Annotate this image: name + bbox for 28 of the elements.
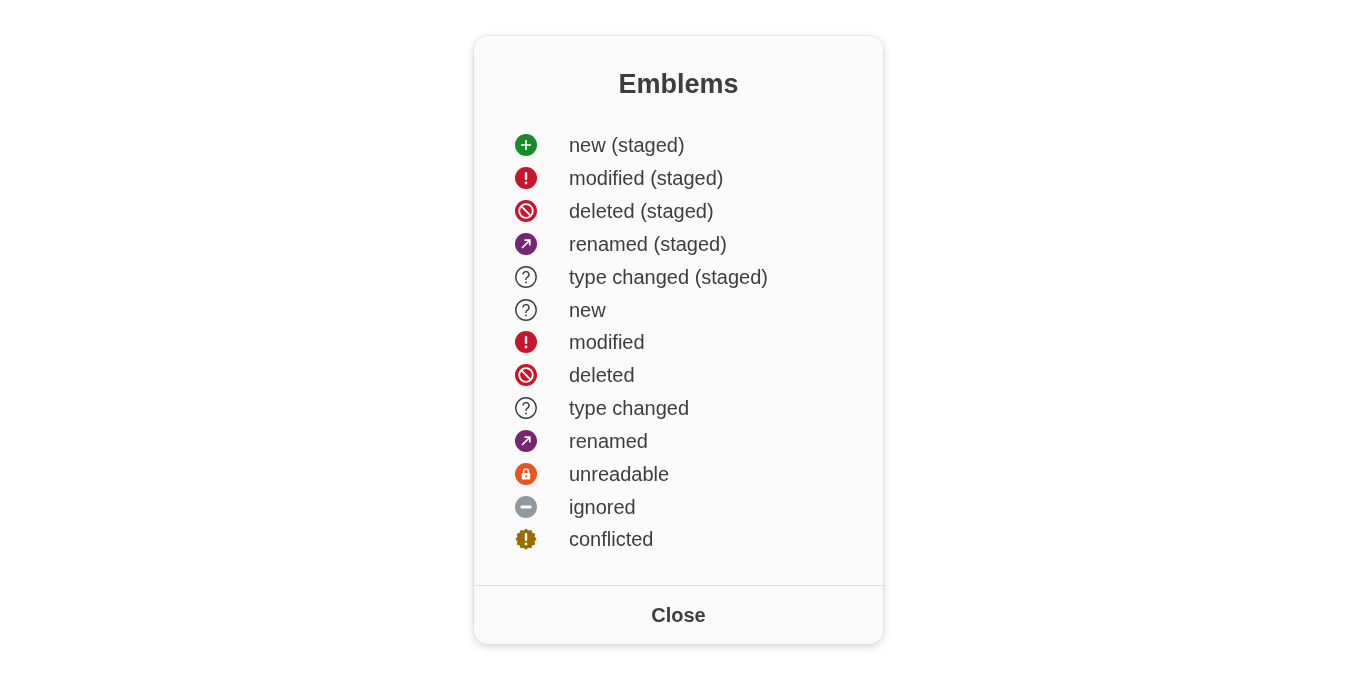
plus-circle-icon (515, 134, 537, 157)
emblem-label: ignored (569, 494, 636, 519)
close-button[interactable]: Close (474, 586, 883, 644)
emblem-label: deleted (staged) (569, 199, 714, 224)
exclamation-badge-icon (515, 528, 537, 551)
exclamation-circle-icon (515, 167, 537, 190)
arrow-circle-icon (515, 429, 537, 452)
emblem-label: type changed (569, 396, 690, 421)
question-circle-icon (515, 265, 537, 288)
emblem-label: unreadable (569, 461, 670, 486)
arrow-circle-icon (515, 232, 537, 255)
question-circle-icon (515, 298, 537, 321)
emblem-label: new (569, 297, 606, 322)
emblem-label: type changed (staged) (569, 264, 769, 289)
emblem-label: modified (staged) (569, 166, 724, 191)
emblem-label: deleted (569, 363, 635, 388)
prohibited-icon (515, 364, 537, 387)
minus-circle-icon (515, 495, 537, 518)
dialog-title: Emblems (618, 69, 739, 99)
emblem-label: conflicted (569, 527, 654, 552)
exclamation-circle-icon (515, 331, 537, 354)
emblem-label: new (staged) (569, 133, 685, 158)
prohibited-icon (515, 200, 537, 223)
lock-circle-icon (515, 462, 537, 485)
question-circle-icon (515, 397, 537, 420)
emblem-label: renamed (staged) (569, 231, 727, 256)
emblem-label: modified (569, 330, 645, 355)
emblem-label: renamed (569, 428, 648, 453)
